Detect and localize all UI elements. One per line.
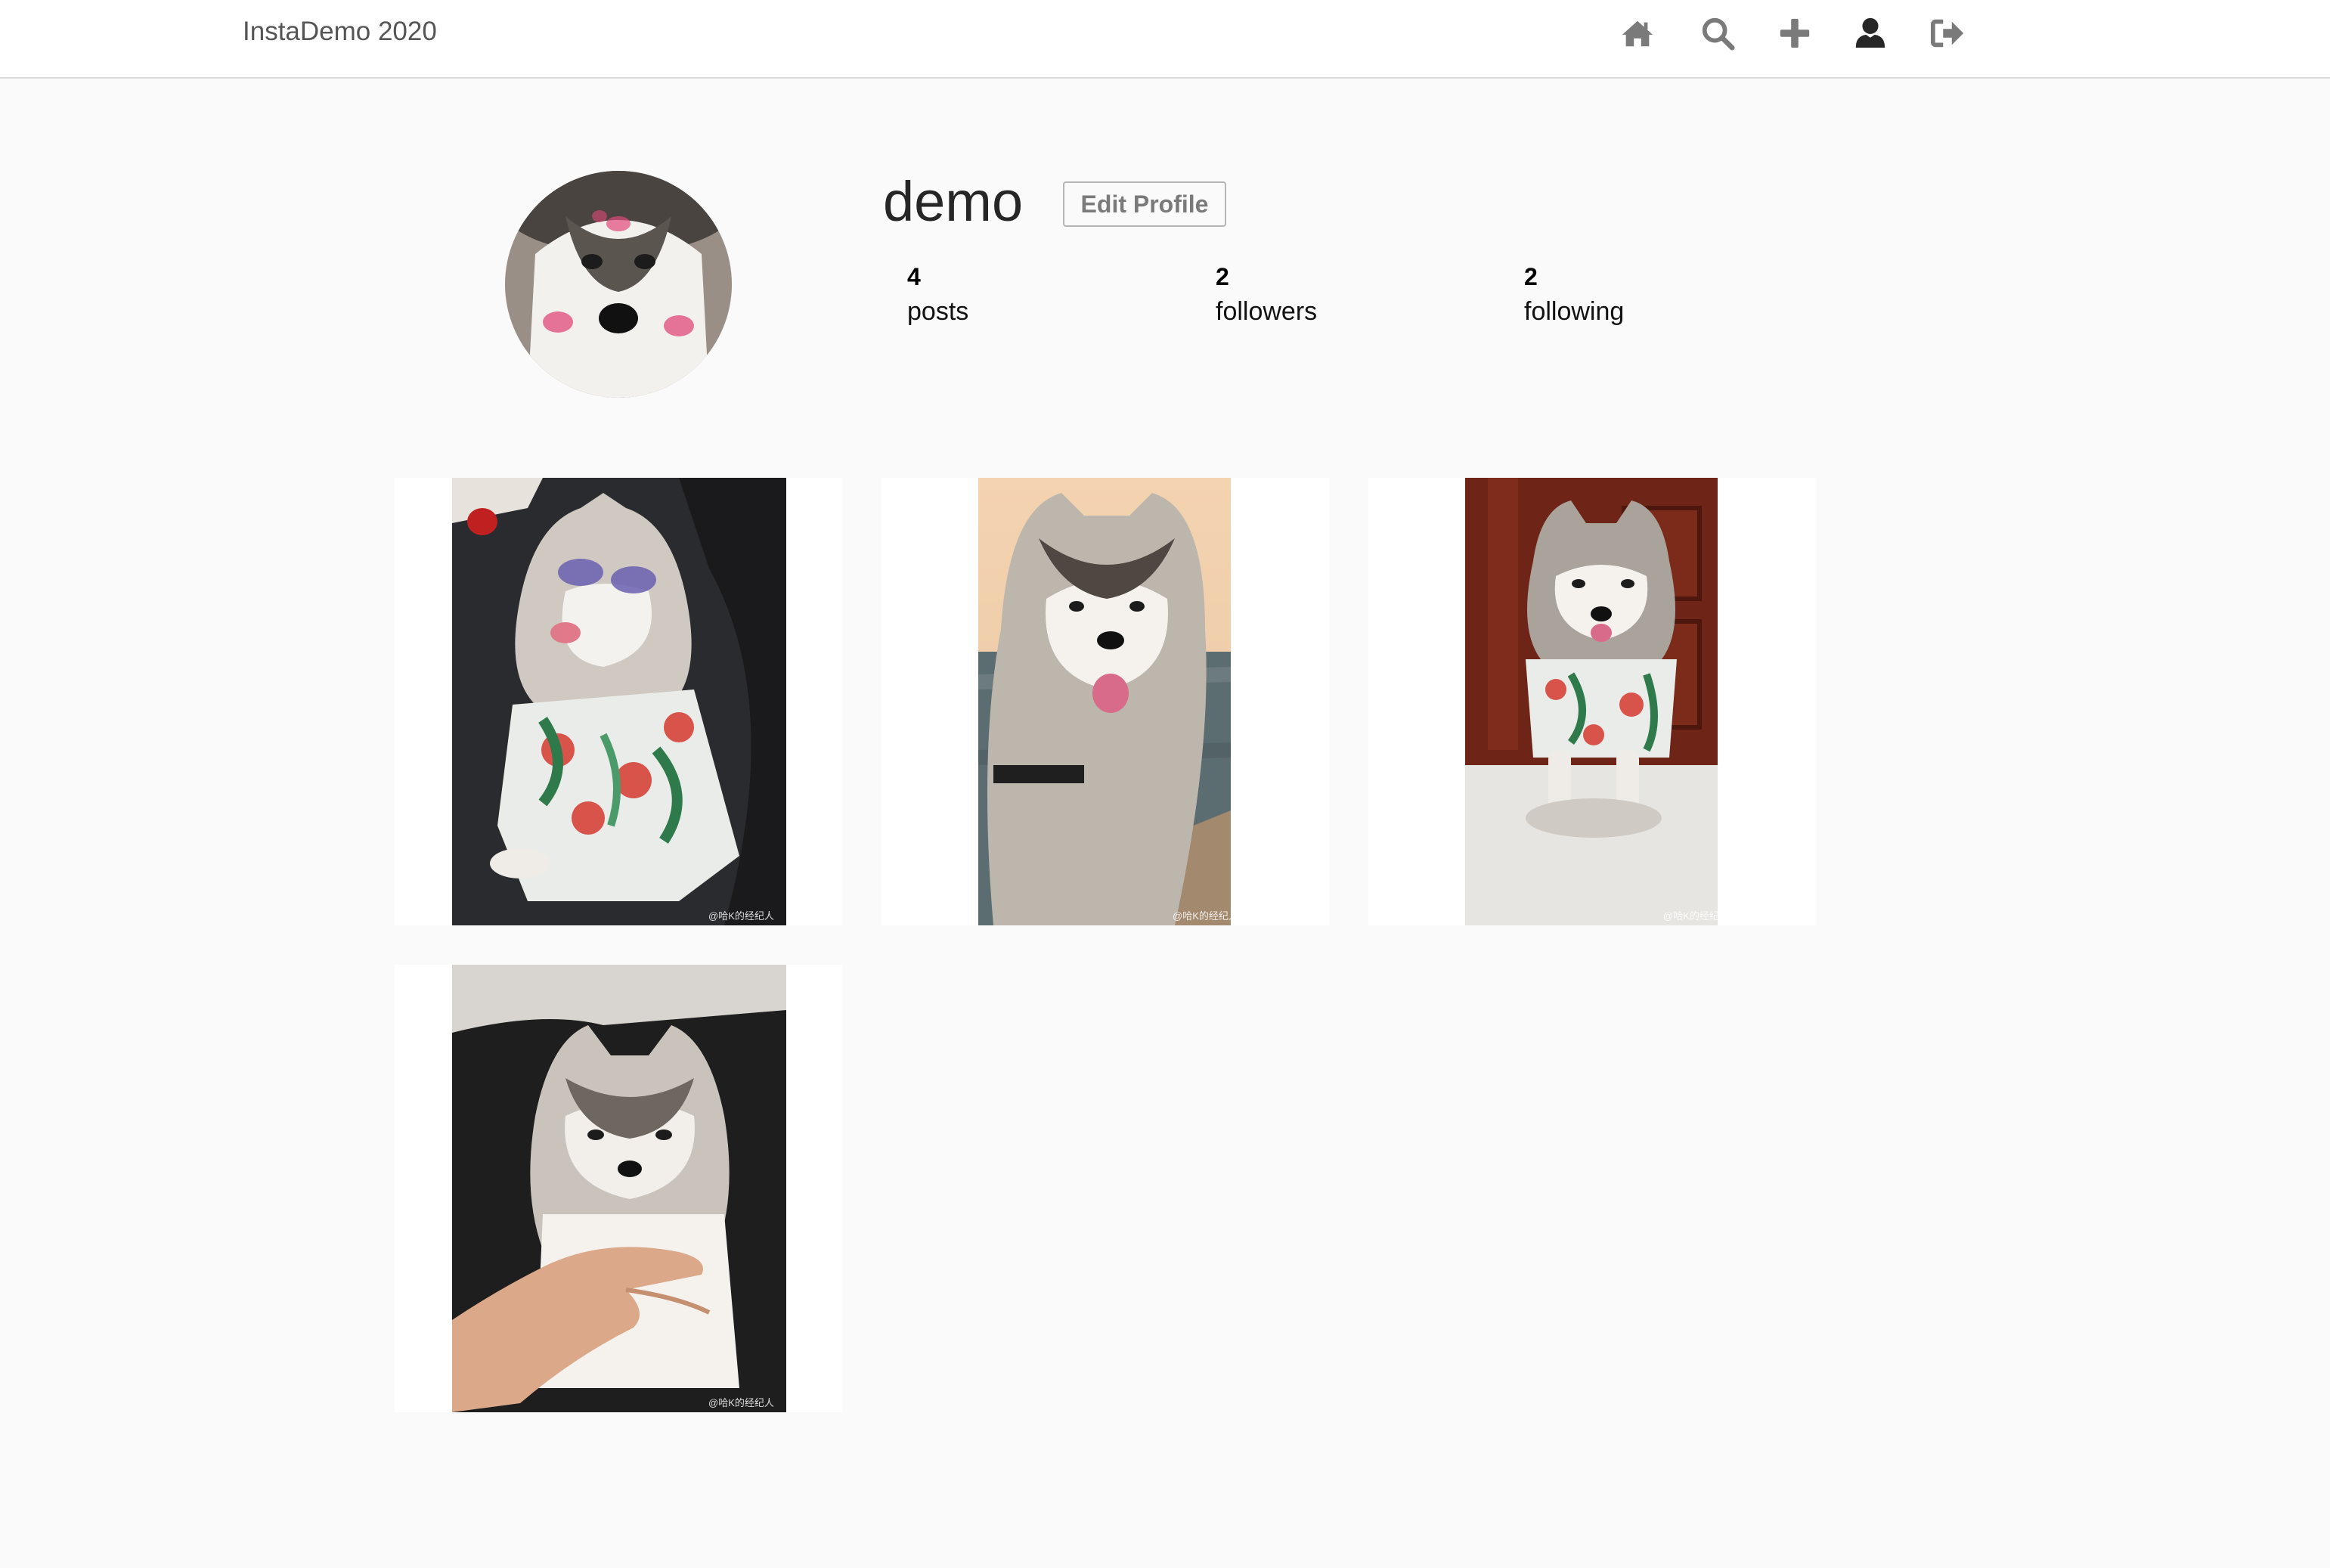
- post-watermark: @哈K的经纪人: [708, 1397, 774, 1408]
- brand-link[interactable]: InstaDemo 2020: [243, 15, 437, 48]
- following-label: following: [1524, 297, 1625, 326]
- home-icon[interactable]: [1619, 15, 1656, 51]
- search-icon[interactable]: [1699, 15, 1736, 51]
- post-image-2: [978, 478, 1231, 925]
- post-image-4: [452, 965, 786, 1412]
- posts-label: posts: [907, 297, 969, 326]
- followers-label: followers: [1216, 297, 1318, 326]
- stat-posts[interactable]: 4 posts: [907, 262, 1134, 328]
- stat-followers[interactable]: 2 followers: [1216, 262, 1442, 328]
- plus-icon[interactable]: [1777, 15, 1813, 51]
- profile-avatar: [505, 171, 732, 398]
- top-navbar: InstaDemo 2020: [0, 0, 2330, 79]
- posts-count: 4: [907, 263, 921, 290]
- followers-count: 2: [1216, 263, 1229, 290]
- post-image-1: [452, 478, 786, 925]
- post-image-3: [1465, 478, 1718, 925]
- post-watermark: @哈K的经纪人: [1173, 910, 1238, 922]
- husky-avatar-image: [505, 171, 732, 398]
- profile-username: demo: [883, 170, 1024, 233]
- post-thumbnail[interactable]: @哈K的经纪人: [395, 478, 842, 925]
- post-watermark: @哈K的经纪人: [708, 910, 774, 922]
- user-icon[interactable]: [1852, 15, 1888, 51]
- post-thumbnail[interactable]: @哈K的经纪人: [395, 965, 842, 1412]
- stat-following[interactable]: 2 following: [1524, 262, 1751, 328]
- following-count: 2: [1524, 263, 1538, 290]
- sign-out-icon[interactable]: [1929, 15, 1966, 51]
- post-thumbnail[interactable]: @哈K的经纪人: [1368, 478, 1816, 925]
- post-watermark: @哈K的经纪人: [1663, 910, 1729, 922]
- edit-profile-button[interactable]: Edit Profile: [1063, 181, 1226, 227]
- post-thumbnail[interactable]: @哈K的经纪人: [881, 478, 1329, 925]
